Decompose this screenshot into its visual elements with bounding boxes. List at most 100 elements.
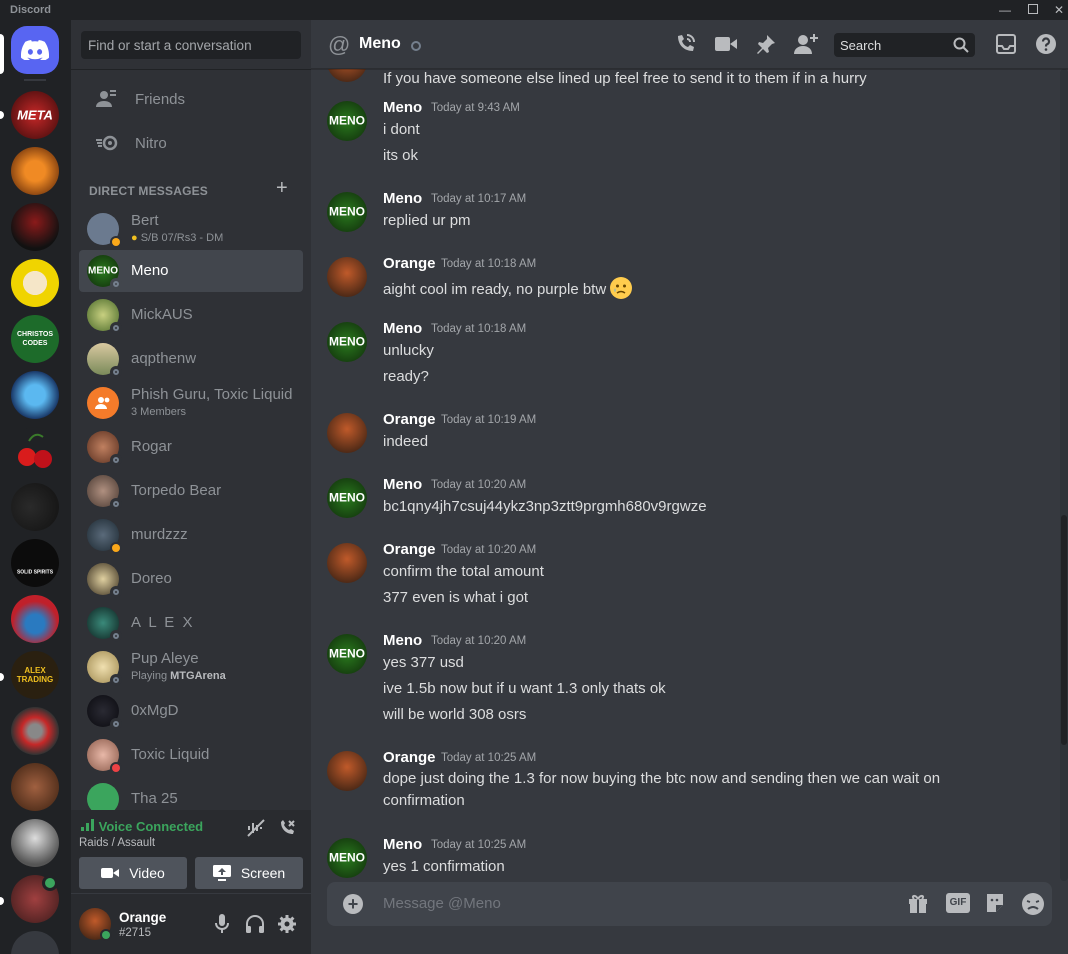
server-icon-portrait[interactable] <box>11 819 59 867</box>
gif-button[interactable]: GIF <box>946 893 970 913</box>
avatar-meno[interactable]: MENO <box>327 478 367 518</box>
message-author[interactable]: Orange <box>383 255 436 272</box>
server-icon-partial[interactable] <box>11 931 59 954</box>
dm-item-torpedo-bear[interactable]: Torpedo Bear <box>79 470 303 512</box>
message-author[interactable]: Meno <box>383 320 422 337</box>
message-author[interactable]: Meno <box>383 99 422 116</box>
dm-item-toxic-liquid[interactable]: Toxic Liquid <box>79 734 303 776</box>
dm-item-mickaus[interactable]: MickAUS <box>79 294 303 336</box>
server-icon-dark-figure[interactable] <box>11 203 59 251</box>
server-icon-santa-hat[interactable] <box>11 595 59 643</box>
message-author[interactable]: Meno <box>383 632 422 649</box>
avatar-orange[interactable] <box>327 413 367 453</box>
chat-search-input[interactable]: Search <box>834 33 975 57</box>
create-dm-plus-icon[interactable]: + <box>276 177 288 200</box>
nitro-label: Nitro <box>135 134 167 152</box>
message-author[interactable]: Meno <box>383 190 422 207</box>
video-button[interactable]: Video <box>79 857 187 889</box>
avatar-orange[interactable] <box>327 257 367 297</box>
dm-status-text: S/B 07/Rs3 - DM <box>140 232 224 244</box>
status-idle-icon <box>110 236 122 248</box>
upload-plus-icon[interactable]: + <box>343 894 363 914</box>
video-camera-icon <box>101 868 120 878</box>
server-icon-spartan[interactable] <box>11 707 59 755</box>
avatar-meno[interactable]: MENO <box>327 838 367 878</box>
dm-item-aqpthenw[interactable]: aqpthenw <box>79 338 303 380</box>
help-icon[interactable] <box>1035 33 1057 60</box>
find-conversation-input[interactable]: Find or start a conversation <box>81 31 301 59</box>
pinned-messages-icon[interactable] <box>755 33 777 60</box>
inbox-icon[interactable] <box>995 33 1017 60</box>
message-composer[interactable]: + Message @Meno GIF <box>327 882 1052 926</box>
maximize-icon[interactable] <box>1024 2 1042 18</box>
dm-item-rogar[interactable]: Rogar <box>79 426 303 468</box>
server-christos-label: CHRISTOS CODES <box>16 331 54 347</box>
dm-item-tha-25[interactable]: Tha 25 <box>79 778 303 810</box>
voice-channel-label[interactable]: Raids / Assault <box>79 837 155 849</box>
server-icon-beast[interactable] <box>11 763 59 811</box>
screen-button-label: Screen <box>240 865 286 881</box>
avatar-meno[interactable]: MENO <box>327 634 367 674</box>
dm-item-doreo[interactable]: Doreo <box>79 558 303 600</box>
server-icon-christos-codes[interactable]: CHRISTOS CODES <box>11 315 59 363</box>
minimize-icon[interactable]: — <box>996 2 1014 18</box>
status-offline-icon <box>110 718 122 730</box>
close-window-icon[interactable]: ✕ <box>1050 2 1068 18</box>
server-icon-panther[interactable] <box>11 483 59 531</box>
friends-nav[interactable]: Friends <box>79 78 303 120</box>
server-icon-solid-spirits[interactable]: SOLID SPIRITS <box>11 539 59 587</box>
add-friend-to-dm-icon[interactable] <box>794 33 818 60</box>
emoji-picker-icon[interactable] <box>1021 892 1045 921</box>
video-call-icon[interactable] <box>715 36 737 57</box>
server-icon-blue-drop[interactable] <box>11 371 59 419</box>
dm-item-pup-aleye[interactable]: Pup Aleye Playing MTGArena <box>79 646 303 688</box>
search-icon <box>953 37 969 56</box>
dm-item-meno[interactable]: MENO Meno <box>79 250 303 292</box>
avatar-orange[interactable] <box>327 751 367 791</box>
avatar-orange[interactable] <box>327 69 367 82</box>
disconnect-call-icon[interactable] <box>277 818 297 843</box>
headphones-icon[interactable] <box>245 914 265 939</box>
direct-messages-header: DIRECT MESSAGES <box>89 184 209 198</box>
settings-gear-icon[interactable] <box>277 914 297 939</box>
message-timestamp: Today at 10:18 AM <box>441 258 537 270</box>
screen-share-button[interactable]: Screen <box>195 857 303 889</box>
dm-item-alex[interactable]: A L E X <box>79 602 303 644</box>
avatar-orange[interactable] <box>327 543 367 583</box>
server-icon-chef-dog[interactable] <box>11 259 59 307</box>
message-input[interactable]: Message @Meno <box>383 895 501 912</box>
message-text: yes 377 usd <box>383 654 464 671</box>
dm-item-bert[interactable]: Bert ● S/B 07/Rs3 - DM <box>79 208 303 250</box>
sticker-icon[interactable] <box>984 892 1006 919</box>
server-icon-alex-trading[interactable]: ALEX TRADING <box>11 651 59 699</box>
avatar-meno[interactable]: MENO <box>327 322 367 362</box>
dm-name: Toxic Liquid <box>131 746 210 763</box>
dm-item-0xmgd[interactable]: 0xMgD <box>79 690 303 732</box>
voice-call-icon[interactable] <box>674 33 696 60</box>
noise-suppression-icon[interactable] <box>246 818 266 843</box>
message-author[interactable]: Orange <box>383 749 436 766</box>
microphone-icon[interactable] <box>215 914 229 939</box>
server-meta-label: META <box>17 107 53 123</box>
message-author[interactable]: Orange <box>383 411 436 428</box>
server-icon-pumpkin[interactable] <box>11 147 59 195</box>
activity-game: MTGArena <box>170 670 226 682</box>
message-scrollbar-thumb[interactable] <box>1061 515 1067 745</box>
status-offline-icon <box>110 630 122 642</box>
dm-item-group[interactable]: Phish Guru, Toxic Liquid 3 Members <box>79 382 303 424</box>
window-titlebar: Discord — ✕ <box>0 0 1068 20</box>
voice-status: Voice Connected <box>81 819 203 834</box>
avatar-meno[interactable]: MENO <box>327 192 367 232</box>
server-icon-meta[interactable]: META <box>11 91 59 139</box>
message-scrollbar-track[interactable] <box>1060 69 1068 881</box>
nitro-nav[interactable]: Nitro <box>79 122 303 164</box>
avatar-meno[interactable]: MENO <box>327 101 367 141</box>
sad-tear-emoji-icon <box>610 277 633 299</box>
gift-icon[interactable] <box>907 892 929 919</box>
message-author[interactable]: Meno <box>383 476 422 493</box>
message-author[interactable]: Meno <box>383 836 422 853</box>
message-author[interactable]: Orange <box>383 541 436 558</box>
server-icon-cherries[interactable] <box>11 427 59 475</box>
dm-item-murdzzz[interactable]: murdzzz <box>79 514 303 556</box>
discord-home-button[interactable] <box>11 26 59 74</box>
